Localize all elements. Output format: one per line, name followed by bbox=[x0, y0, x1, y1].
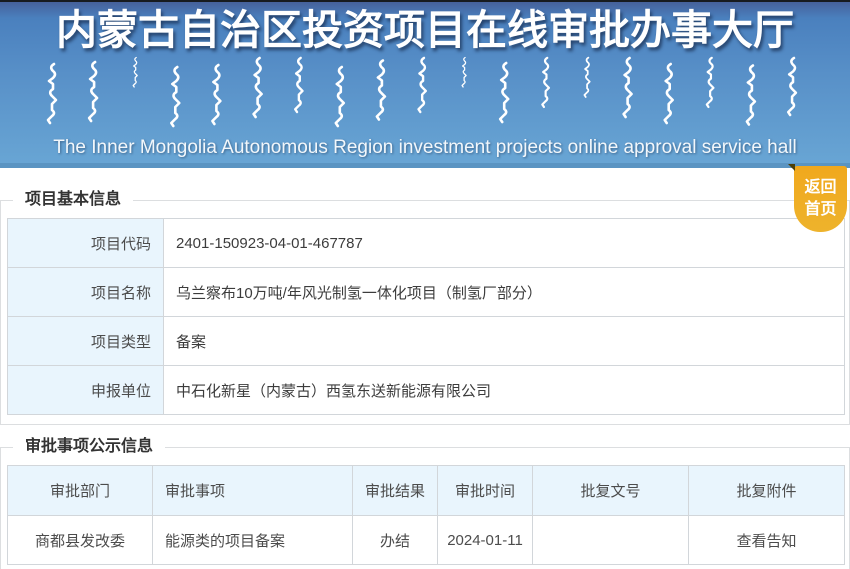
back-home-label-line2: 首页 bbox=[804, 201, 837, 218]
col-header-time: 审批时间 bbox=[437, 465, 533, 516]
section-title-project-info: 项目基本信息 bbox=[13, 190, 134, 210]
site-subtitle-english: The Inner Mongolia Autonomous Region inv… bbox=[53, 137, 797, 158]
project-name-label: 项目名称 bbox=[7, 267, 164, 317]
project-code-label: 项目代码 bbox=[7, 218, 164, 268]
approval-info-table: 审批部门 审批事项 审批结果 审批时间 批复文号 批复附件 商都县发改委 能源类… bbox=[7, 465, 845, 565]
declaring-unit-label: 申报单位 bbox=[7, 365, 164, 415]
table-row: 项目类型 备案 bbox=[7, 316, 845, 366]
project-code-value: 2401-150923-04-01-467787 bbox=[163, 218, 845, 268]
table-row: 商都县发改委 能源类的项目备案 办结 2024-01-11 查看告知 bbox=[7, 515, 845, 565]
cell-time: 2024-01-11 bbox=[437, 515, 533, 565]
table-row: 项目代码 2401-150923-04-01-467787 bbox=[7, 218, 845, 268]
section-title-approval-info: 审批事项公示信息 bbox=[13, 437, 166, 457]
approval-publicity-section: 审批事项公示信息 审批部门 审批事项 审批结果 审批时间 批复文号 批复附件 商… bbox=[0, 437, 850, 569]
cell-department: 商都县发改委 bbox=[7, 515, 153, 565]
back-home-label-line1: 返回 bbox=[804, 179, 837, 196]
project-info-table: 项目代码 2401-150923-04-01-467787 项目名称 乌兰察布1… bbox=[7, 218, 845, 415]
col-header-attachment: 批复附件 bbox=[688, 465, 845, 516]
declaring-unit-value: 中石化新星（内蒙古）西氢东送新能源有限公司 bbox=[163, 365, 845, 415]
table-header-row: 审批部门 审批事项 审批结果 审批时间 批复文号 批复附件 bbox=[7, 465, 845, 516]
back-home-button[interactable]: 返回 首页 bbox=[788, 164, 847, 232]
project-name-value: 乌兰察布10万吨/年风光制氢一体化项目（制氢厂部分） bbox=[163, 267, 845, 317]
mongolian-script-line bbox=[46, 56, 798, 128]
project-type-value: 备案 bbox=[163, 316, 845, 366]
cell-item: 能源类的项目备案 bbox=[152, 515, 353, 565]
col-header-item: 审批事项 bbox=[152, 465, 353, 516]
cell-result: 办结 bbox=[352, 515, 438, 565]
table-row: 申报单位 中石化新星（内蒙古）西氢东送新能源有限公司 bbox=[7, 365, 845, 415]
project-basic-info-section: 项目基本信息 项目代码 2401-150923-04-01-467787 项目名… bbox=[0, 190, 850, 425]
col-header-doc-no: 批复文号 bbox=[532, 465, 689, 516]
col-header-department: 审批部门 bbox=[7, 465, 153, 516]
view-notice-link[interactable]: 查看告知 bbox=[736, 533, 796, 550]
cell-doc-no bbox=[532, 515, 689, 565]
col-header-result: 审批结果 bbox=[352, 465, 438, 516]
cell-attachment: 查看告知 bbox=[688, 515, 845, 565]
project-type-label: 项目类型 bbox=[7, 316, 164, 366]
site-title-chinese: 内蒙古自治区投资项目在线审批办事大厅 bbox=[56, 6, 794, 54]
table-row: 项目名称 乌兰察布10万吨/年风光制氢一体化项目（制氢厂部分） bbox=[7, 267, 845, 317]
site-banner: 内蒙古自治区投资项目在线审批办事大厅 The Inner Mongolia Au… bbox=[0, 0, 850, 168]
